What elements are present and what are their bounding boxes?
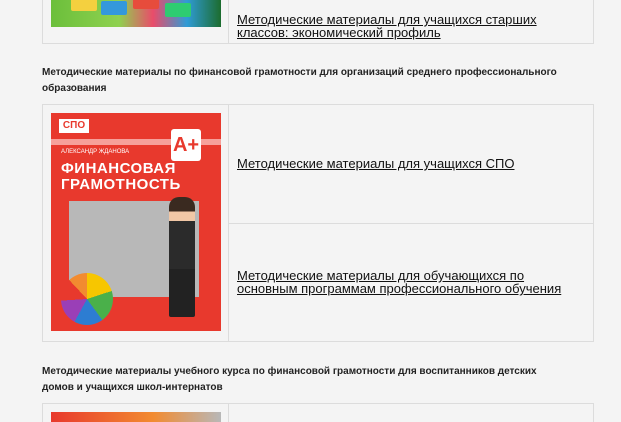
orphan-links-cell: [229, 404, 593, 422]
orphan-section-title: Методические материалы учебного курса по…: [42, 366, 537, 393]
economics-book-cover[interactable]: [51, 0, 221, 27]
spo-cover-cell: СПО АЛЕКСАНДР ЖДАНОВА ФИНАНСОВАЯ ГРАМОТН…: [43, 105, 229, 341]
vocational-training-link[interactable]: Методические материалы для обучающихся п…: [237, 269, 585, 295]
spo-links-cell: Методические материалы для учащихся СПО …: [229, 105, 593, 341]
pie-chart-illustration: [61, 273, 113, 325]
orphan-book-cover[interactable]: [51, 412, 221, 422]
grade-badge: A+: [171, 129, 201, 161]
link-row: Методические материалы для учащихся СПО: [229, 105, 593, 223]
spo-badge: СПО: [59, 119, 89, 133]
card-decoration: [133, 0, 159, 9]
top-cover-cell: [43, 0, 229, 43]
top-materials-block: Методические материалы для учащихся стар…: [42, 0, 594, 44]
cover-author: АЛЕКСАНДР ЖДАНОВА: [61, 149, 130, 155]
orphan-cover-cell: [43, 404, 229, 422]
link-row: Методические материалы для учащихся стар…: [229, 0, 593, 43]
card-decoration: [71, 0, 97, 11]
spo-students-link[interactable]: Методические материалы для учащихся СПО: [237, 157, 514, 170]
card-decoration: [101, 1, 127, 15]
top-links-cell: Методические материалы для учащихся стар…: [229, 0, 593, 43]
cover-title: ФИНАНСОВАЯ ГРАМОТНОСТЬ: [61, 161, 181, 193]
spo-section-title: Методические материалы по финансовой гра…: [42, 67, 557, 94]
financial-literacy-book-cover[interactable]: СПО АЛЕКСАНДР ЖДАНОВА ФИНАНСОВАЯ ГРАМОТН…: [51, 113, 221, 331]
economics-profile-link[interactable]: Методические материалы для учащихся стар…: [237, 13, 585, 39]
cover-title-line: ГРАМОТНОСТЬ: [61, 176, 181, 193]
orphan-materials-block: [42, 403, 594, 422]
link-row: Методические материалы для обучающихся п…: [229, 222, 593, 342]
spo-materials-block: СПО АЛЕКСАНДР ЖДАНОВА ФИНАНСОВАЯ ГРАМОТН…: [42, 104, 594, 342]
cover-title-line: ФИНАНСОВАЯ: [61, 160, 176, 177]
card-decoration: [165, 3, 191, 17]
woman-figure-illustration: [169, 197, 195, 317]
